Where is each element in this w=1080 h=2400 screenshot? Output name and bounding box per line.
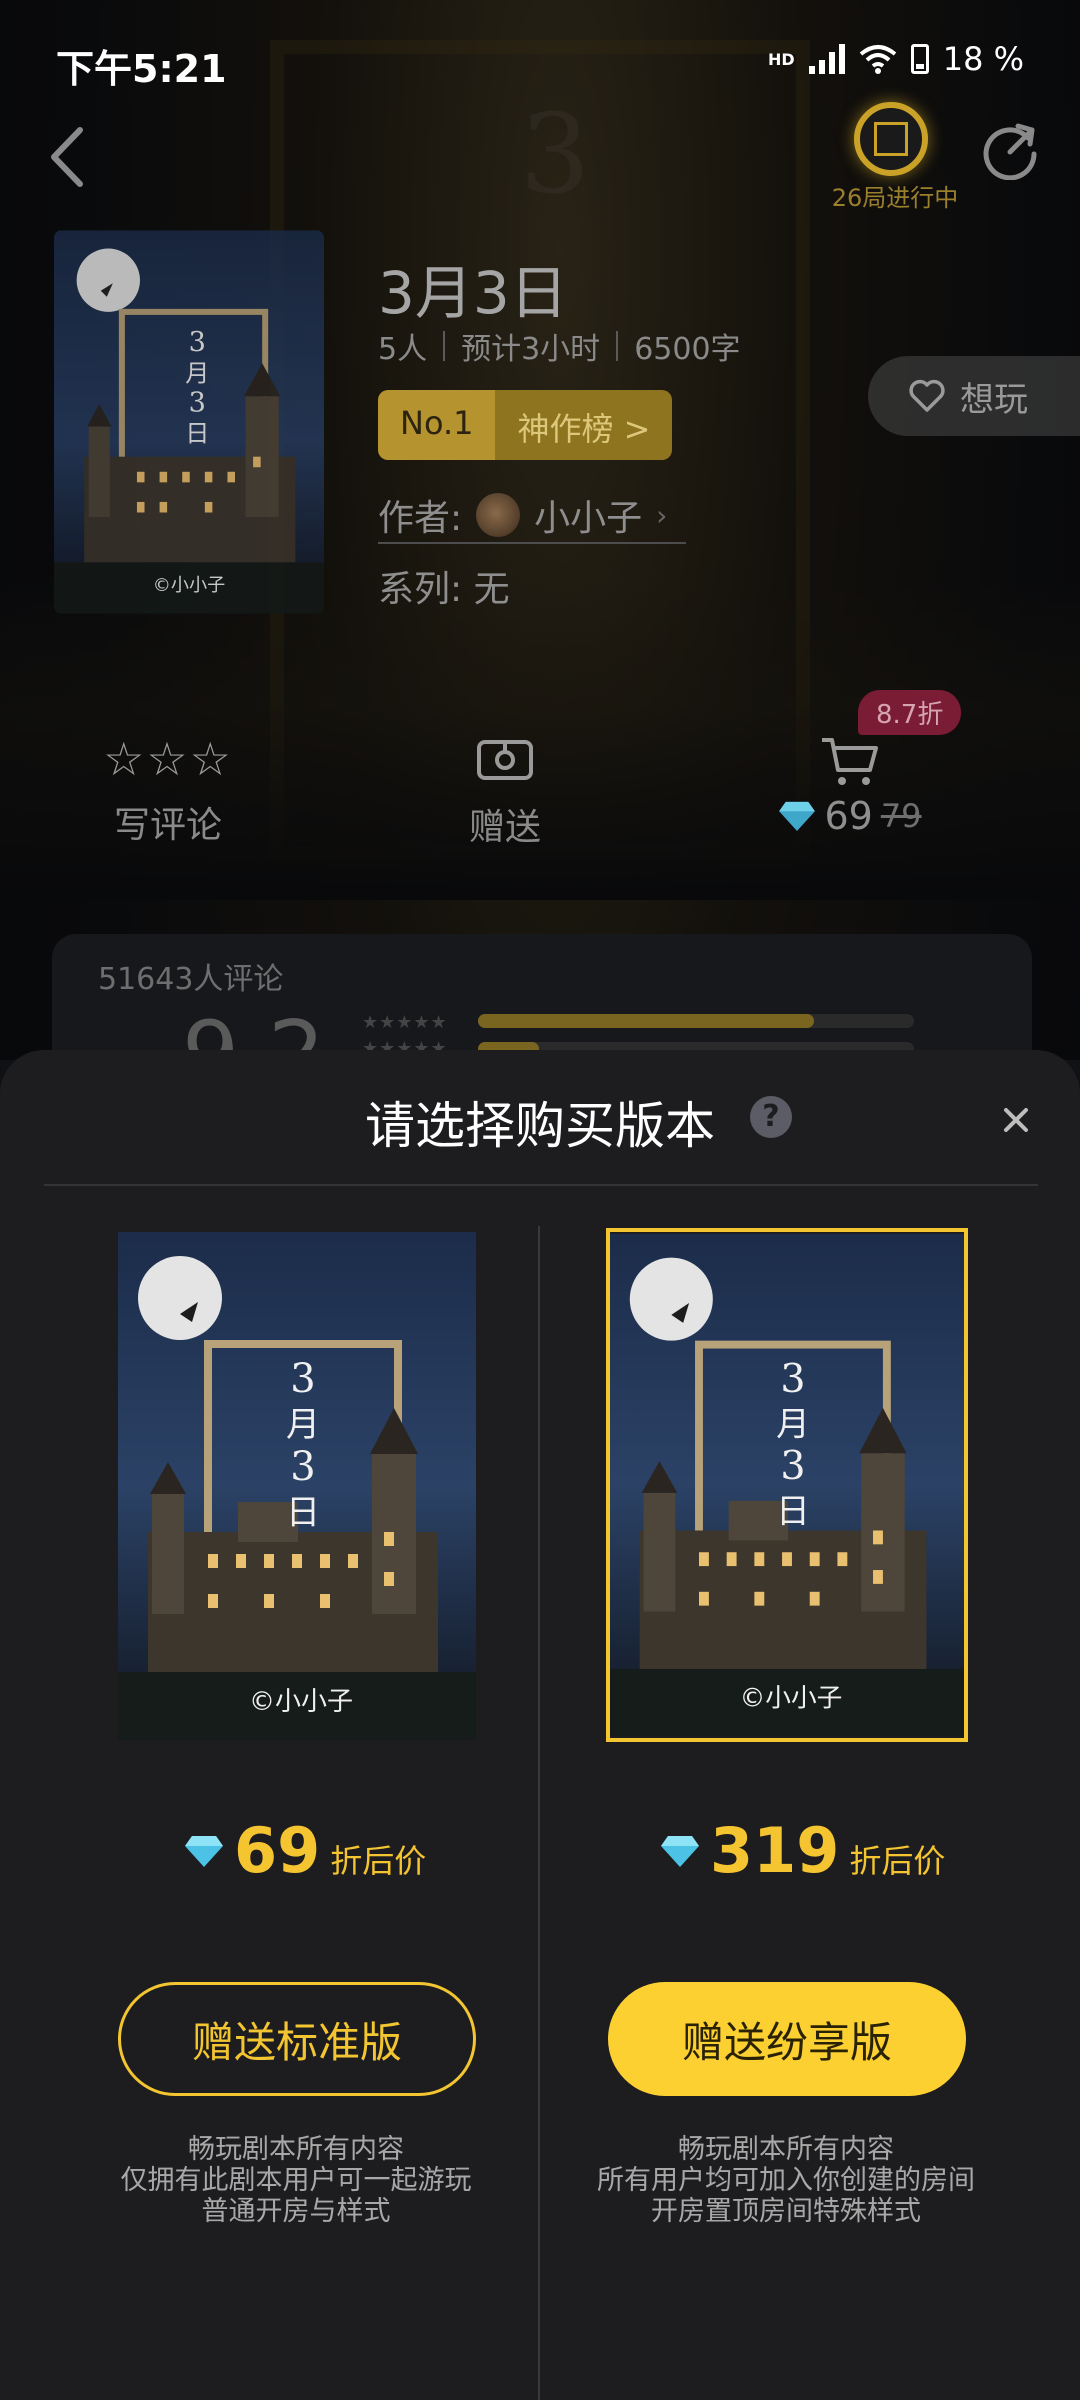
share-edition-description: 畅玩剧本所有内容 所有用户均可加入你创建的房间 开房置顶房间特殊样式 — [566, 2134, 1006, 2227]
svg-text:日: 日 — [185, 420, 209, 448]
diamond-icon — [185, 1835, 223, 1867]
svg-text:©小小子: ©小小子 — [153, 575, 225, 596]
price-row: 69 79 — [770, 794, 930, 838]
game-frame-icon — [874, 122, 908, 156]
rating-stars-row: ★★★★★ — [362, 1012, 448, 1033]
price-current: 69 — [824, 794, 873, 838]
active-games-label[interactable]: 26局进行中 — [820, 178, 970, 213]
rank-list-name: 神作榜 > — [495, 390, 673, 460]
sheet-divider — [44, 1184, 1038, 1186]
status-icons: HD 18 % — [768, 40, 1024, 78]
cover-art: 3 月 3 日 ©小小子 — [610, 1233, 964, 1737]
cover-art: 3 月 3 日 ©小小子 — [118, 1232, 476, 1740]
svg-text:月: 月 — [185, 359, 209, 387]
svg-text:3: 3 — [290, 1356, 315, 1402]
battery-level: 18 % — [942, 40, 1024, 78]
share-edition-cover[interactable]: 3 月 3 日 ©小小子 — [606, 1228, 968, 1742]
standard-desc-line: 畅玩剧本所有内容 — [188, 2134, 404, 2165]
wifi-icon — [859, 45, 896, 74]
standard-price-value: 69 — [234, 1814, 321, 1887]
meta-separator — [443, 331, 446, 361]
star-rating-icon: ☆☆☆ — [103, 732, 233, 786]
meta-separator — [616, 331, 619, 361]
gift-button[interactable]: 赠送 — [440, 736, 570, 850]
gift-ticket-icon — [477, 740, 533, 780]
buy-button[interactable]: 69 79 — [770, 736, 930, 838]
battery-icon — [910, 44, 929, 74]
standard-desc-line: 仅拥有此剧本用户可一起游玩 — [120, 2165, 472, 2196]
chevron-right-icon: › — [656, 498, 668, 532]
share-price-value: 319 — [710, 1814, 840, 1887]
share-desc-line: 开房置顶房间特殊样式 — [651, 2196, 921, 2227]
author-avatar — [476, 493, 521, 537]
help-icon[interactable]: ? — [750, 1096, 792, 1138]
gift-label: 赠送 — [468, 807, 541, 848]
series-line: 系列: 无 — [378, 569, 510, 610]
svg-text:月: 月 — [286, 1405, 320, 1445]
want-to-play-button[interactable]: 想玩 — [868, 356, 1080, 436]
share-price-label: 折后价 — [849, 1842, 946, 1880]
close-icon[interactable] — [996, 1100, 1036, 1140]
back-icon[interactable] — [44, 122, 94, 192]
rank-badge[interactable]: No.1 神作榜 > — [378, 390, 673, 460]
status-time: 下午5:21 — [56, 47, 227, 91]
gift-share-edition-button[interactable]: 赠送纷享版 — [608, 1982, 966, 2096]
author-label: 作者: — [378, 498, 463, 539]
svg-text:3: 3 — [290, 1444, 315, 1490]
duration-estimate: 预计3小时 — [461, 332, 601, 367]
script-meta: 5人 预计3小时 6500字 — [378, 324, 741, 368]
standard-edition-description: 畅玩剧本所有内容 仅拥有此剧本用户可一起游玩 普通开房与样式 — [76, 2134, 516, 2227]
standard-price: 69 折后价 — [184, 1814, 426, 1887]
status-bar: 下午5:21 HD 18 % — [0, 0, 1080, 120]
svg-text:日: 日 — [286, 1493, 320, 1533]
svg-text:3: 3 — [780, 1356, 805, 1402]
discount-badge: 8.7折 — [858, 690, 962, 735]
author-link[interactable]: 作者: 小小子 › — [378, 488, 686, 544]
diamond-icon — [779, 801, 816, 832]
cart-icon — [822, 738, 878, 785]
price-original: 79 — [880, 797, 922, 835]
svg-text:©小小子: ©小小子 — [249, 1687, 353, 1717]
standard-price-label: 折后价 — [330, 1842, 427, 1880]
standard-edition-cover[interactable]: 3 月 3 日 ©小小子 — [118, 1232, 476, 1740]
svg-text:3: 3 — [780, 1443, 805, 1489]
word-count: 6500字 — [634, 332, 741, 367]
active-game-icon[interactable] — [854, 102, 928, 176]
share-desc-line: 所有用户均可加入你创建的房间 — [597, 2165, 975, 2196]
standard-desc-line: 普通开房与样式 — [201, 2196, 391, 2227]
svg-text:3: 3 — [189, 327, 206, 358]
svg-text:©小小子: ©小小子 — [740, 1683, 843, 1713]
author-name: 小小子 — [534, 498, 643, 539]
script-title: 3月3日 — [378, 259, 568, 327]
share-icon[interactable] — [980, 118, 1042, 180]
share-price: 319 折后价 — [660, 1814, 945, 1887]
gift-standard-edition-button[interactable]: 赠送标准版 — [118, 1982, 476, 2096]
sheet-title: 请选择购买版本 — [365, 1097, 715, 1155]
write-review-button[interactable]: ☆☆☆ 写评论 — [98, 736, 238, 848]
rank-number: No.1 — [378, 390, 496, 460]
diamond-icon — [661, 1835, 699, 1867]
column-divider — [538, 1226, 540, 2400]
write-review-label: 写评论 — [113, 805, 222, 846]
share-desc-line: 畅玩剧本所有内容 — [678, 2134, 894, 2165]
want-label: 想玩 — [960, 379, 1028, 420]
signal-icon — [808, 44, 845, 74]
rating-bar-5 — [478, 1014, 914, 1028]
script-cover-thumbnail: 3 月 3 日 ©小小子 — [54, 230, 324, 614]
review-count: 51643人评论 — [98, 962, 284, 997]
cover-art: 3 月 3 日 ©小小子 — [54, 230, 324, 614]
svg-text:3: 3 — [189, 387, 206, 418]
hd-label: HD — [768, 49, 795, 69]
players-count: 5人 — [378, 332, 428, 367]
purchase-version-sheet: 请选择购买版本 ? 3 月 3 日 ©小小子 69 折后价 赠送标准版 畅玩剧本… — [0, 1050, 1080, 2400]
heart-icon — [909, 379, 945, 412]
svg-text:月: 月 — [776, 1405, 810, 1444]
svg-text:日: 日 — [776, 1492, 810, 1531]
